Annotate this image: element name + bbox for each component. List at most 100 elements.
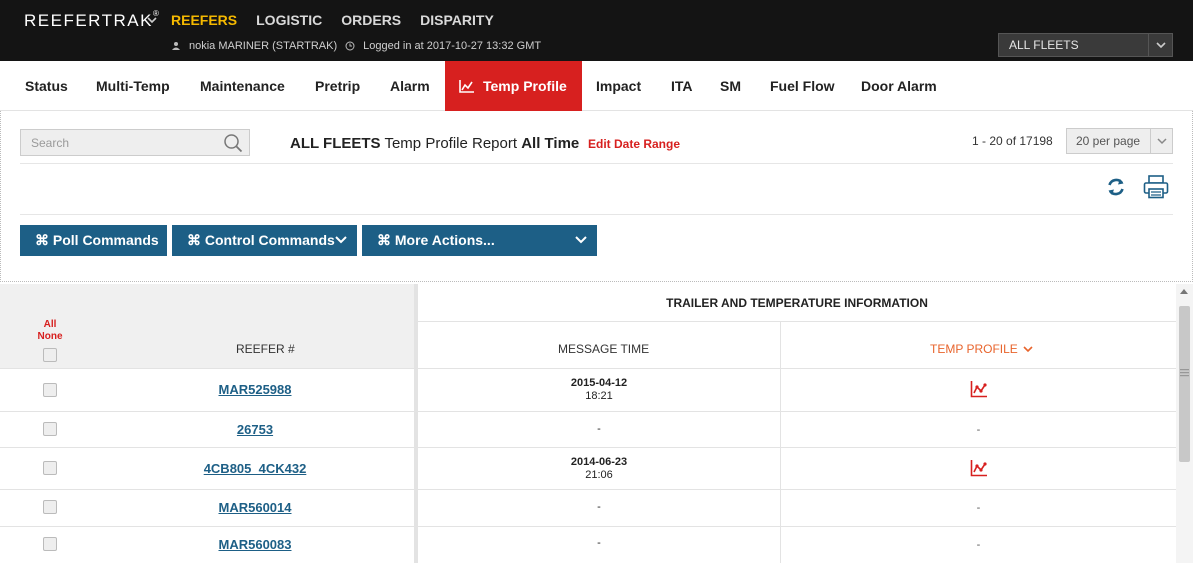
select-all-none: All None [36, 319, 64, 343]
row-checkbox[interactable] [43, 383, 57, 397]
divider [418, 321, 1176, 322]
per-page-select[interactable]: 20 per page [1066, 128, 1173, 154]
line-chart-icon[interactable] [970, 380, 988, 398]
row-checkbox[interactable] [43, 500, 57, 514]
search-box [20, 129, 250, 156]
tab-temp-profile-label: Temp Profile [483, 78, 567, 94]
title-report: Temp Profile Report [384, 135, 518, 152]
tab-fuel-flow[interactable]: Fuel Flow [770, 61, 835, 111]
nav-reefers[interactable]: REEFERS [171, 12, 237, 28]
col-temp-profile-header[interactable]: TEMP PROFILE [930, 342, 1033, 356]
row-divider [0, 526, 1176, 527]
select-all-link[interactable]: All [36, 319, 64, 331]
message-time: - [418, 501, 780, 514]
fleet-select-toggle[interactable] [1148, 34, 1172, 56]
fleet-select[interactable]: ALL FLEETS [998, 33, 1173, 57]
temp-profile-empty: - [976, 502, 981, 514]
grip-icon: ― ― ― [1180, 364, 1189, 380]
fleet-select-value: ALL FLEETS [1009, 38, 1079, 52]
reefer-link[interactable]: 4CB805_4CK432 [155, 461, 355, 476]
tab-maintenance[interactable]: Maintenance [200, 61, 285, 111]
search-icon[interactable] [223, 133, 243, 153]
chevron-down-icon [1156, 138, 1167, 145]
message-date: 2014-06-23 [570, 456, 628, 468]
message-time: - [418, 537, 780, 550]
clock-icon [345, 41, 355, 51]
message-time: 2015-04-12 18:21 [418, 377, 780, 403]
title-fleet: ALL FLEETS [290, 135, 381, 152]
message-time: 2014-06-23 21:06 [418, 456, 780, 482]
scroll-up-arrow[interactable] [1180, 289, 1188, 294]
message-date: - [597, 537, 601, 549]
reefer-link[interactable]: 26753 [155, 422, 355, 437]
more-actions-label: ⌘ More Actions... [377, 232, 495, 248]
message-clock: 21:06 [585, 469, 613, 481]
row-divider [0, 411, 1176, 412]
tab-ita[interactable]: ITA [671, 61, 693, 111]
tab-sm[interactable]: SM [720, 61, 741, 111]
nav-logistic[interactable]: LOGISTIC [256, 12, 322, 28]
reefer-link[interactable]: MAR560014 [155, 500, 355, 515]
line-chart-icon [459, 80, 474, 93]
row-divider [0, 447, 1176, 448]
temp-profile-empty: - [976, 539, 981, 551]
chevron-down-icon [335, 236, 347, 244]
tab-pretrip[interactable]: Pretrip [315, 61, 360, 111]
row-checkbox[interactable] [43, 461, 57, 475]
title-range: All Time [521, 135, 580, 152]
reefer-link[interactable]: MAR560083 [155, 537, 355, 552]
poll-commands-button[interactable]: ⌘ Poll Commands [20, 225, 167, 256]
record-count: 1 - 20 of 17198 [972, 134, 1053, 148]
more-actions-button[interactable]: ⌘ More Actions... [362, 225, 597, 256]
poll-commands-label: ⌘ Poll Commands [35, 232, 159, 248]
scrollbar-thumb[interactable] [1179, 306, 1190, 462]
message-date: - [597, 501, 601, 513]
select-all-checkbox[interactable] [43, 348, 57, 362]
tab-alarm[interactable]: Alarm [390, 61, 430, 111]
control-commands-button[interactable]: ⌘ Control Commands [172, 225, 357, 256]
edit-date-range-link[interactable]: Edit Date Range [588, 137, 680, 151]
search-input[interactable] [31, 135, 211, 150]
user-info: nokia MARINER (STARTRAK) Logged in at 20… [171, 40, 541, 52]
col-reefer-header[interactable]: REEFER # [236, 342, 295, 356]
chevron-down-icon[interactable] [146, 14, 158, 26]
tab-door-alarm[interactable]: Door Alarm [861, 61, 937, 111]
nav-disparity[interactable]: DISPARITY [420, 12, 494, 28]
login-time: Logged in at 2017-10-27 13:32 GMT [363, 40, 542, 52]
divider [20, 214, 1173, 215]
nav-orders[interactable]: ORDERS [341, 12, 401, 28]
user-name: nokia MARINER (STARTRAK) [189, 40, 338, 52]
chevron-down-icon [1023, 346, 1033, 353]
page-title: ALL FLEETS Temp Profile Report All Time [290, 135, 579, 152]
message-date: 2015-04-12 [570, 377, 628, 389]
row-divider [0, 489, 1176, 490]
reefer-table: TRAILER AND TEMPERATURE INFORMATION All … [0, 284, 1176, 563]
top-bar: REEFERTRAK® REEFERS LOGISTIC ORDERS DISP… [0, 0, 1193, 61]
control-commands-label: ⌘ Control Commands [187, 232, 335, 248]
user-icon [172, 42, 180, 50]
printer-icon[interactable] [1143, 175, 1169, 199]
line-chart-icon[interactable] [970, 459, 988, 477]
tab-multi-temp[interactable]: Multi-Temp [96, 61, 170, 111]
chevron-down-icon [575, 236, 587, 244]
tab-temp-profile[interactable]: Temp Profile [445, 61, 582, 111]
divider [20, 163, 1173, 164]
row-checkbox[interactable] [43, 537, 57, 551]
tab-status[interactable]: Status [25, 61, 68, 111]
message-time: - [418, 423, 780, 436]
col-temp-profile-label: TEMP PROFILE [930, 342, 1018, 356]
message-clock: 18:21 [585, 390, 613, 402]
tab-impact[interactable]: Impact [596, 61, 641, 111]
main-nav: REEFERS LOGISTIC ORDERS DISPARITY [171, 12, 494, 28]
vertical-scrollbar[interactable]: ― ― ― [1176, 284, 1193, 563]
group-header: TRAILER AND TEMPERATURE INFORMATION [666, 295, 928, 310]
select-none-link[interactable]: None [36, 331, 64, 343]
per-page-toggle[interactable] [1150, 129, 1172, 153]
reefer-link[interactable]: MAR525988 [155, 382, 355, 397]
chevron-down-icon [1155, 42, 1166, 49]
row-checkbox[interactable] [43, 422, 57, 436]
refresh-icon[interactable] [1105, 176, 1127, 198]
brand-logo[interactable]: REEFERTRAK® [24, 9, 160, 31]
report-tabs: Status Multi-Temp Maintenance Pretrip Al… [0, 61, 1193, 111]
col-message-time-header[interactable]: MESSAGE TIME [558, 342, 649, 356]
